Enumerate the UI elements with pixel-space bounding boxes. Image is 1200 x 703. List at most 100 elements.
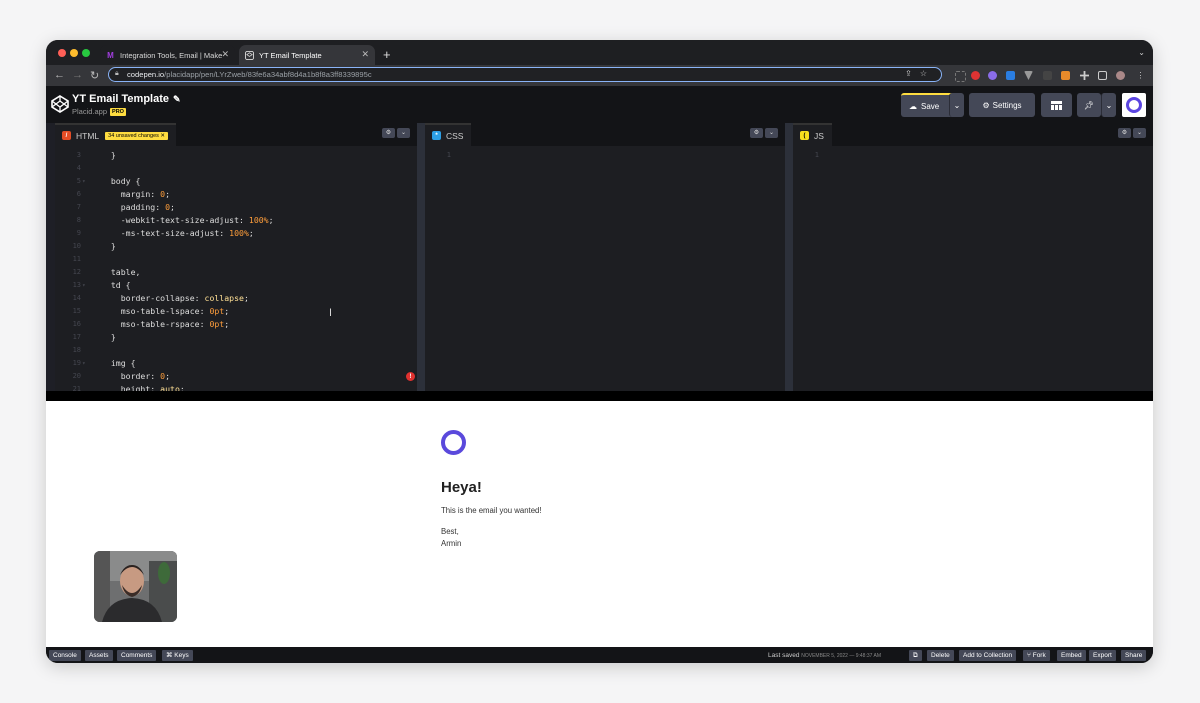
more-menu-icon[interactable]: ⋮ xyxy=(1136,71,1145,80)
pane-collapse-chevron-icon[interactable]: ⌄ xyxy=(397,128,410,138)
fold-chevron-icon[interactable]: ▾ xyxy=(82,279,86,292)
user-avatar[interactable] xyxy=(1122,93,1146,117)
pen-title[interactable]: YT Email Template ✎ xyxy=(72,93,181,105)
gear-icon: ⚙ xyxy=(982,100,990,110)
line-number: 12 xyxy=(72,268,81,276)
code-line: 4 xyxy=(55,162,395,175)
settings-button[interactable]: ⚙ Settings xyxy=(969,93,1035,117)
code-text: body { xyxy=(101,176,141,186)
extension-icon[interactable] xyxy=(1006,71,1015,80)
unsaved-changes-badge[interactable]: 34 unsaved changes ✕ xyxy=(105,131,169,140)
back-arrow-icon[interactable]: ← xyxy=(54,69,65,81)
html-code-editor[interactable]: 3 } 4 5 ▾ body {6 margin: 0; 7 padding: 0; 8 … xyxy=(55,146,417,391)
console-button[interactable]: Console xyxy=(49,650,81,661)
js-code-editor[interactable]: 1 xyxy=(793,146,1153,391)
layout-icon xyxy=(1051,100,1062,110)
code-line: 5 ▾ body { xyxy=(55,175,395,188)
maximize-window-button[interactable] xyxy=(82,49,90,57)
pane-settings-gear-icon[interactable]: ⚙ xyxy=(1118,128,1131,138)
pane-resizer[interactable] xyxy=(785,123,793,391)
js-pane-tab[interactable]: ( JS xyxy=(793,123,832,146)
delete-button[interactable]: Delete xyxy=(927,650,954,661)
comments-button[interactable]: Comments xyxy=(117,650,157,661)
extension-icon[interactable] xyxy=(1043,71,1052,80)
open-external-icon[interactable]: ⧉ xyxy=(909,650,922,661)
keys-button[interactable]: ⌘ Keys xyxy=(162,650,193,661)
save-options-chevron-icon[interactable]: ⌄ xyxy=(949,93,964,117)
extension-icon[interactable] xyxy=(1024,71,1033,80)
editor-panes: / HTML 34 unsaved changes ✕ ⚙ ⌄ 3 } 4 5 ▾ bo… xyxy=(46,123,1153,391)
pane-collapse-chevron-icon[interactable]: ⌄ xyxy=(1133,128,1146,138)
css-code-editor[interactable]: 1 xyxy=(425,146,785,391)
embed-button[interactable]: Embed xyxy=(1057,650,1086,661)
line-number: 1 xyxy=(814,151,819,159)
puzzle-icon[interactable] xyxy=(1080,71,1089,80)
code-text: mso-table-lspace: 0pt; xyxy=(101,306,230,316)
pane-collapse-chevron-icon[interactable]: ⌄ xyxy=(765,128,778,138)
add-to-collection-button[interactable]: Add to Collection xyxy=(959,650,1017,661)
extension-icon[interactable] xyxy=(971,71,980,80)
line-number: 19 xyxy=(72,359,81,367)
assets-button[interactable]: Assets xyxy=(85,650,113,661)
browser-tab-codepen[interactable]: YT Email Template ✕ xyxy=(239,45,375,65)
code-text: height: auto; xyxy=(101,384,185,391)
js-icon: ( xyxy=(800,131,809,140)
close-window-button[interactable] xyxy=(58,49,66,57)
fork-button[interactable]: ⑂ Fork xyxy=(1023,650,1050,661)
pane-settings-gear-icon[interactable]: ⚙ xyxy=(382,128,395,138)
cloud-icon: ☁ xyxy=(909,101,917,111)
pin-options-chevron-icon[interactable]: ⌄ xyxy=(1101,93,1116,117)
export-button[interactable]: Export xyxy=(1089,650,1116,661)
new-tab-button[interactable]: + xyxy=(383,47,391,62)
forward-arrow-icon[interactable]: → xyxy=(72,69,83,81)
pin-button[interactable]: 📌︎ xyxy=(1077,93,1101,117)
preview-resize-bar[interactable] xyxy=(46,391,1153,401)
extension-icon[interactable] xyxy=(988,71,997,80)
fold-chevron-icon[interactable]: ▾ xyxy=(82,175,86,188)
css-pane-label: CSS xyxy=(446,130,464,141)
reload-icon[interactable]: ↻ xyxy=(90,69,99,82)
make-logo-icon: M xyxy=(107,50,114,60)
address-bar[interactable]: 🔒︎ codepen.io/placidapp/pen/LYrZweb/83fe… xyxy=(108,67,942,82)
edit-pencil-icon[interactable]: ✎ xyxy=(173,94,181,104)
share-button[interactable]: Share xyxy=(1121,650,1147,661)
codepen-footer: Console Assets Comments ⌘ Keys Last save… xyxy=(46,647,1153,663)
code-line: 19 ▾ img { xyxy=(55,357,395,370)
code-line: 8 -webkit-text-size-adjust: 100%; xyxy=(55,214,395,227)
pane-settings-gear-icon[interactable]: ⚙ xyxy=(750,128,763,138)
metamask-icon[interactable] xyxy=(1061,71,1070,80)
css-pane-tab[interactable]: * CSS xyxy=(425,123,472,146)
extension-icon[interactable] xyxy=(955,71,966,82)
line-number: 8 xyxy=(76,216,81,224)
code-text: table, xyxy=(101,267,141,277)
browser-tab-strip: M Integration Tools, Email | Make ✕ YT E… xyxy=(46,40,1153,65)
profile-avatar[interactable] xyxy=(1116,71,1125,80)
layout-button[interactable] xyxy=(1041,93,1072,117)
code-line: 12 table, xyxy=(55,266,395,279)
browser-tab-make[interactable]: M Integration Tools, Email | Make ✕ xyxy=(100,45,235,65)
sidebar-icon[interactable] xyxy=(1098,71,1107,80)
pro-badge: PRO xyxy=(110,108,126,116)
code-line: 21 height: auto; xyxy=(55,383,395,391)
minimize-window-button[interactable] xyxy=(70,49,78,57)
tab-search-chevron-icon[interactable]: ⌄ xyxy=(1138,48,1145,57)
code-text: td { xyxy=(101,280,131,290)
code-text: -webkit-text-size-adjust: 100%; xyxy=(101,215,274,225)
html-pane-tab[interactable]: / HTML 34 unsaved changes ✕ xyxy=(55,123,177,146)
code-line: 20 border: 0; xyxy=(55,370,395,383)
code-line: 13 ▾ td { xyxy=(55,279,395,292)
pen-owner[interactable]: Placid.app PRO xyxy=(72,107,126,116)
line-number: 7 xyxy=(76,203,81,211)
email-body-text: This is the email you wanted! xyxy=(441,506,542,515)
share-bookmark-icons[interactable]: ⇪☆ xyxy=(905,69,935,78)
close-tab-icon[interactable]: ✕ xyxy=(361,49,369,60)
code-text: img { xyxy=(101,358,136,368)
lock-icon: 🔒︎ xyxy=(115,70,119,77)
pane-resizer[interactable] xyxy=(417,123,425,391)
line-number: 16 xyxy=(72,320,81,328)
error-icon[interactable]: ! xyxy=(406,372,415,381)
close-tab-icon[interactable]: ✕ xyxy=(221,49,229,60)
codepen-header: YT Email Template ✎ Placid.app PRO ☁ Save … xyxy=(46,86,1153,123)
codepen-logo-icon[interactable] xyxy=(50,94,70,114)
fold-chevron-icon[interactable]: ▾ xyxy=(82,357,86,370)
